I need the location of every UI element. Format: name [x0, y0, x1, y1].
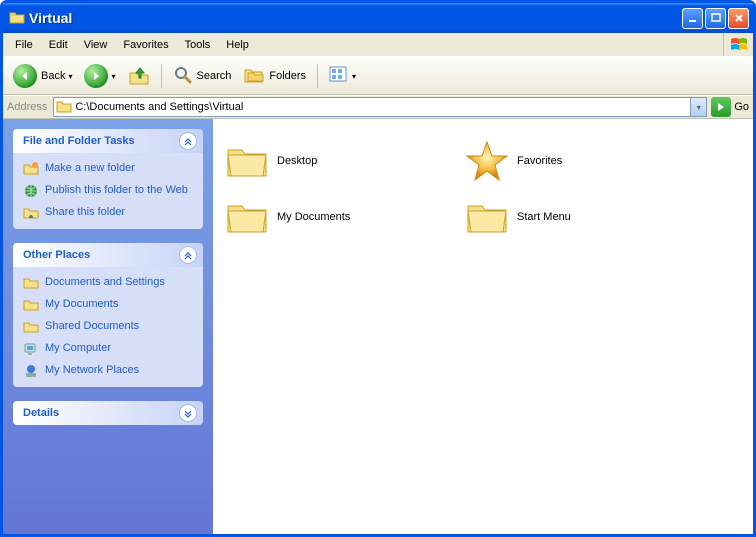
file-label: My Documents	[277, 211, 350, 223]
folder-item-favorites[interactable]: Favorites	[463, 133, 703, 189]
other-places-group: Other Places Documents and Settings My D…	[13, 243, 203, 387]
network-icon	[23, 363, 39, 379]
address-input[interactable]: C:\Documents and Settings\Virtual ▾	[53, 97, 707, 117]
folder-icon	[23, 319, 39, 335]
address-dropdown-button[interactable]: ▾	[690, 98, 706, 116]
file-label: Desktop	[277, 155, 317, 167]
address-bar: Address C:\Documents and Settings\Virtua…	[3, 95, 753, 119]
folders-button[interactable]: Folders	[238, 62, 311, 91]
file-label: Start Menu	[517, 211, 571, 223]
file-folder-tasks-group: File and Folder Tasks Make a new folder …	[13, 129, 203, 229]
folder-icon	[223, 137, 271, 185]
chevron-down-icon: ▾	[68, 72, 72, 81]
toolbar-separator	[317, 64, 318, 88]
back-button[interactable]: Back ▾	[8, 61, 77, 91]
search-button[interactable]: Search	[168, 62, 237, 91]
chevron-down-icon: ▾	[111, 72, 115, 81]
place-my-computer[interactable]: My Computer	[23, 341, 193, 357]
go-arrow-icon	[711, 97, 731, 117]
close-button[interactable]	[728, 8, 749, 29]
window-buttons	[682, 8, 749, 29]
globe-icon	[23, 183, 39, 199]
tasks-group-header[interactable]: File and Folder Tasks	[13, 129, 203, 153]
chevron-down-icon	[179, 404, 197, 422]
menu-edit[interactable]: Edit	[41, 36, 76, 54]
toolbar: Back ▾ ▾ Search Folders ▾	[3, 57, 753, 95]
folder-icon	[56, 99, 72, 115]
star-icon	[463, 137, 511, 185]
menu-help[interactable]: Help	[218, 36, 257, 54]
views-icon	[329, 66, 349, 87]
up-button[interactable]	[123, 63, 155, 89]
folder-item-start-menu[interactable]: Start Menu	[463, 189, 703, 245]
toolbar-separator	[161, 64, 162, 88]
share-folder-icon	[23, 205, 39, 221]
back-arrow-icon	[13, 64, 37, 88]
chevron-up-icon	[179, 132, 197, 150]
task-make-new-folder[interactable]: Make a new folder	[23, 161, 193, 177]
address-label: Address	[7, 101, 47, 113]
menu-favorites[interactable]: Favorites	[115, 36, 176, 54]
details-group: Details	[13, 401, 203, 425]
folder-icon	[23, 275, 39, 291]
folder-content[interactable]: Desktop Favorites My Documents Start Men…	[213, 119, 753, 534]
tasks-panel: File and Folder Tasks Make a new folder …	[3, 119, 213, 534]
chevron-down-icon: ▾	[352, 72, 356, 81]
other-places-header[interactable]: Other Places	[13, 243, 203, 267]
views-button[interactable]: ▾	[324, 63, 361, 90]
chevron-up-icon	[179, 246, 197, 264]
windows-flag-icon[interactable]	[723, 33, 753, 56]
folder-item-desktop[interactable]: Desktop	[223, 133, 463, 189]
menu-tools[interactable]: Tools	[177, 36, 219, 54]
folder-icon	[9, 10, 25, 26]
folders-icon	[243, 65, 265, 88]
task-share-folder[interactable]: Share this folder	[23, 205, 193, 221]
details-header[interactable]: Details	[13, 401, 203, 425]
menubar: File Edit View Favorites Tools Help	[3, 33, 753, 57]
menu-view[interactable]: View	[76, 36, 116, 54]
file-label: Favorites	[517, 155, 562, 167]
folder-icon	[463, 193, 511, 241]
titlebar[interactable]: Virtual	[3, 3, 753, 33]
folder-item-my-documents[interactable]: My Documents	[223, 189, 463, 245]
window-title: Virtual	[29, 10, 682, 26]
computer-icon	[23, 341, 39, 357]
place-documents-and-settings[interactable]: Documents and Settings	[23, 275, 193, 291]
new-folder-icon	[23, 161, 39, 177]
maximize-button[interactable]	[705, 8, 726, 29]
task-publish-folder[interactable]: Publish this folder to the Web	[23, 183, 193, 199]
forward-button[interactable]: ▾	[79, 61, 120, 91]
address-path: C:\Documents and Settings\Virtual	[75, 101, 690, 113]
minimize-button[interactable]	[682, 8, 703, 29]
place-my-documents[interactable]: My Documents	[23, 297, 193, 313]
main-area: File and Folder Tasks Make a new folder …	[3, 119, 753, 534]
folder-icon	[23, 297, 39, 313]
up-folder-icon	[128, 66, 150, 86]
place-shared-documents[interactable]: Shared Documents	[23, 319, 193, 335]
menu-file[interactable]: File	[7, 36, 41, 54]
forward-arrow-icon	[84, 64, 108, 88]
search-icon	[173, 65, 193, 88]
explorer-window: Virtual File Edit View Favorites Tools H…	[0, 0, 756, 537]
place-network-places[interactable]: My Network Places	[23, 363, 193, 379]
go-button[interactable]: Go	[711, 97, 749, 117]
folder-icon	[223, 193, 271, 241]
